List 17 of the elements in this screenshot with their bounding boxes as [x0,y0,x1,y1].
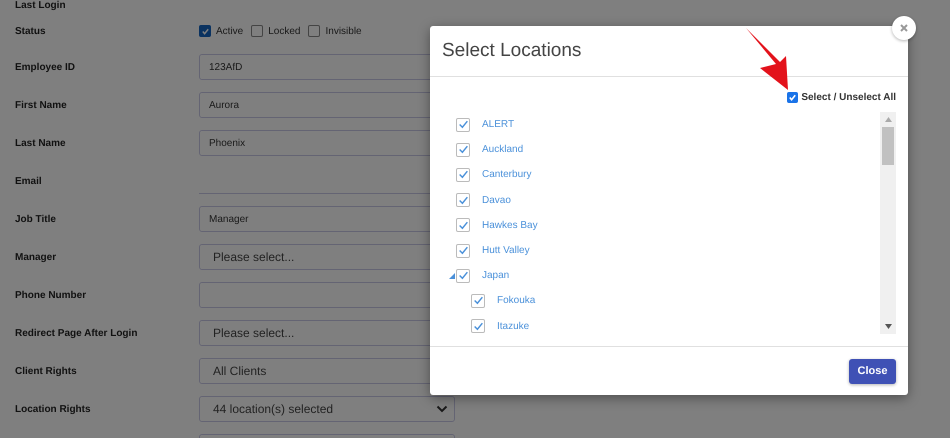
field-label: Email [14,176,43,186]
checkbox-label: Invisible [325,26,362,36]
field-label: Status [14,26,47,36]
field-label: Employee ID [14,62,76,72]
field-label: Location Rights [14,404,92,414]
field-label: Last Login [14,0,67,11]
checkbox-label: Locked [268,26,300,36]
field-label: Phone Number [14,290,88,300]
field-label: First Name [14,100,68,110]
field-label: Job Title [14,214,57,224]
field-label: Manager [14,252,58,262]
field-label: Last Name [14,138,67,148]
field-label: Client Rights [14,366,78,376]
field-label: Redirect Page After Login [14,328,138,338]
checkbox-label: Active [216,26,244,36]
dropdown-value: 44 location(s) selected [213,402,334,416]
select-all-label: Select / Unselect All [801,92,896,102]
